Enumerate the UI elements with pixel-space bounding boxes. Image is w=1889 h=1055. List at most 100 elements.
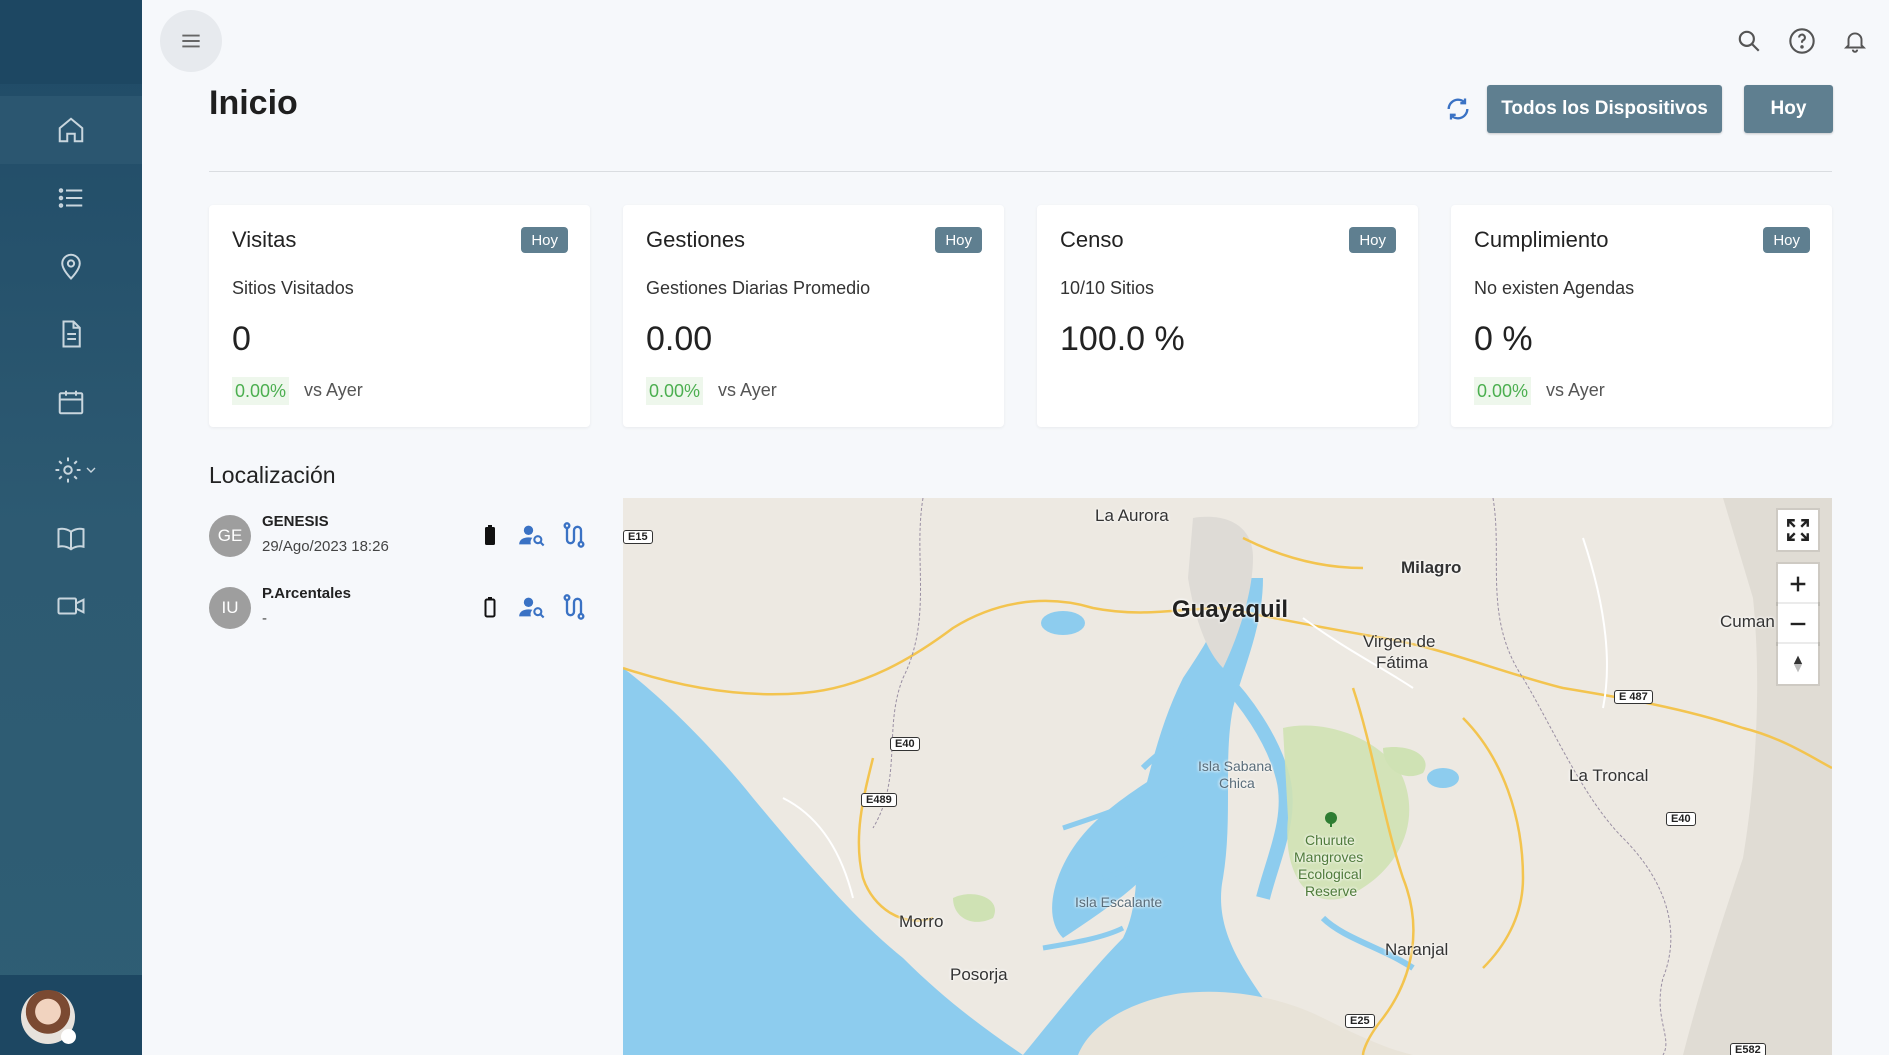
map-label-isla-escalante: Isla Escalante (1075, 894, 1163, 910)
device-item[interactable]: GE GENESIS 29/Ago/2023 18:26 (209, 505, 594, 569)
card-value: 0 % (1474, 320, 1533, 358)
card-value: 0 (232, 320, 251, 358)
battery-empty-icon (476, 593, 504, 621)
map-label-virgen: Virgen de (1363, 632, 1436, 651)
sidebar (0, 0, 142, 1055)
nav-locations[interactable] (0, 232, 142, 300)
card-title: Cumplimiento (1474, 227, 1609, 252)
bell-icon (1843, 32, 1867, 53)
device-last-seen: - (262, 610, 267, 627)
menu-toggle-button[interactable] (160, 10, 222, 72)
battery-full-icon (476, 521, 504, 549)
compass-icon (1793, 655, 1803, 673)
user-search-icon[interactable] (518, 593, 546, 621)
nav-home[interactable] (0, 96, 142, 164)
nav-calendar[interactable] (0, 368, 142, 436)
card-title: Visitas (232, 227, 297, 252)
road-shield: E40 (1666, 812, 1696, 826)
notifications-button[interactable] (1840, 26, 1870, 56)
map-label-guayaquil: Guayaquil (1172, 596, 1289, 623)
card-value: 100.0 % (1060, 320, 1185, 358)
kpi-card-gestiones: Gestiones Hoy Gestiones Diarias Promedio… (623, 205, 1004, 427)
card-subtitle: No existen Agendas (1474, 278, 1635, 298)
card-subtitle: Gestiones Diarias Promedio (646, 278, 871, 298)
user-status-indicator (61, 1029, 76, 1044)
header-divider (209, 171, 1832, 172)
map-zoom-out-button[interactable] (1778, 604, 1818, 644)
card-change: 0.00% (232, 377, 290, 405)
map-zoom-in-button[interactable] (1778, 564, 1818, 604)
card-subtitle: 10/10 Sitios (1060, 278, 1155, 298)
map-label-cuman: Cuman (1720, 612, 1775, 631)
nav-list[interactable] (0, 164, 142, 232)
fullscreen-icon (1787, 519, 1809, 541)
document-icon (62, 320, 81, 348)
chevron-down-icon (86, 467, 96, 473)
home-icon (58, 117, 84, 143)
kpi-card-visitas: Visitas Hoy Sitios Visitados 0 0.00% vs … (209, 205, 590, 427)
date-filter-button[interactable]: Hoy (1744, 85, 1833, 133)
map-label-isla-sabana-chica: Chica (1219, 775, 1255, 791)
road-shield: E 487 (1614, 690, 1653, 704)
road-shield: E582 (1730, 1043, 1766, 1055)
card-subtitle: Sitios Visitados (232, 278, 354, 298)
search-icon (1738, 30, 1760, 52)
map-compass-button[interactable] (1778, 644, 1818, 684)
route-icon[interactable] (560, 593, 588, 621)
map-label-la-aurora: La Aurora (1095, 506, 1169, 525)
road-shield: E15 (623, 530, 653, 544)
map-label-morro: Morro (899, 912, 944, 931)
map-label-fatima: Fátima (1376, 653, 1428, 672)
card-period-badge[interactable]: Hoy (1349, 227, 1396, 253)
card-compare-label: vs Ayer (1546, 380, 1605, 400)
card-period-badge[interactable]: Hoy (521, 227, 568, 253)
minus-icon (1790, 622, 1806, 626)
map-label-la-troncal: La Troncal (1569, 766, 1649, 785)
user-search-icon[interactable] (518, 521, 546, 549)
nav-manual[interactable] (0, 504, 142, 572)
nav-documents[interactable] (0, 300, 142, 368)
location-map[interactable]: La Aurora Milagro Guayaquil Virgen de Fá… (623, 498, 1832, 1055)
location-pin-icon (61, 253, 81, 280)
road-shield: E25 (1345, 1014, 1375, 1028)
search-button[interactable] (1734, 26, 1764, 56)
device-name: P.Arcentales (262, 585, 351, 602)
list-icon (58, 188, 83, 208)
kpi-card-censo: Censo Hoy 10/10 Sitios 100.0 % (1037, 205, 1418, 427)
device-last-seen: 29/Ago/2023 18:26 (262, 538, 389, 555)
device-avatar: GE (209, 515, 251, 557)
book-icon (57, 527, 85, 551)
card-period-badge[interactable]: Hoy (935, 227, 982, 253)
nav-settings[interactable] (0, 436, 142, 504)
map-label-naranjal: Naranjal (1385, 940, 1449, 959)
map-label-isla-sabana: Isla Sabana (1198, 758, 1272, 774)
map-label-churute-3: Ecological (1298, 866, 1362, 882)
card-period-badge[interactable]: Hoy (1763, 227, 1810, 253)
card-change: 0.00% (646, 377, 704, 405)
card-title: Gestiones (646, 227, 746, 252)
help-button[interactable] (1787, 26, 1817, 56)
card-title: Censo (1060, 227, 1124, 252)
menu-icon (182, 34, 200, 48)
plus-icon (1790, 576, 1806, 592)
video-icon (57, 597, 85, 615)
route-icon[interactable] (560, 521, 588, 549)
road-shield: E489 (861, 793, 897, 807)
map-fullscreen-button[interactable] (1778, 510, 1818, 550)
map-label-churute-4: Reserve (1305, 883, 1358, 899)
page-title: Inicio (209, 84, 298, 122)
map-label-churute-2: Mangroves (1294, 849, 1364, 865)
refresh-icon[interactable] (1444, 95, 1472, 123)
card-compare-label: vs Ayer (304, 380, 363, 400)
card-compare-label: vs Ayer (718, 380, 777, 400)
kpi-card-cumplimiento: Cumplimiento Hoy No existen Agendas 0 % … (1451, 205, 1832, 427)
map-label-posorja: Posorja (950, 965, 1008, 984)
card-value: 0.00 (646, 320, 713, 358)
calendar-icon (58, 390, 84, 415)
device-item[interactable]: IU P.Arcentales - (209, 577, 594, 641)
map-label-milagro: Milagro (1401, 558, 1462, 577)
gear-icon (55, 457, 81, 483)
nav-video[interactable] (0, 572, 142, 640)
help-icon (1789, 28, 1815, 54)
all-devices-button[interactable]: Todos los Dispositivos (1487, 85, 1722, 133)
